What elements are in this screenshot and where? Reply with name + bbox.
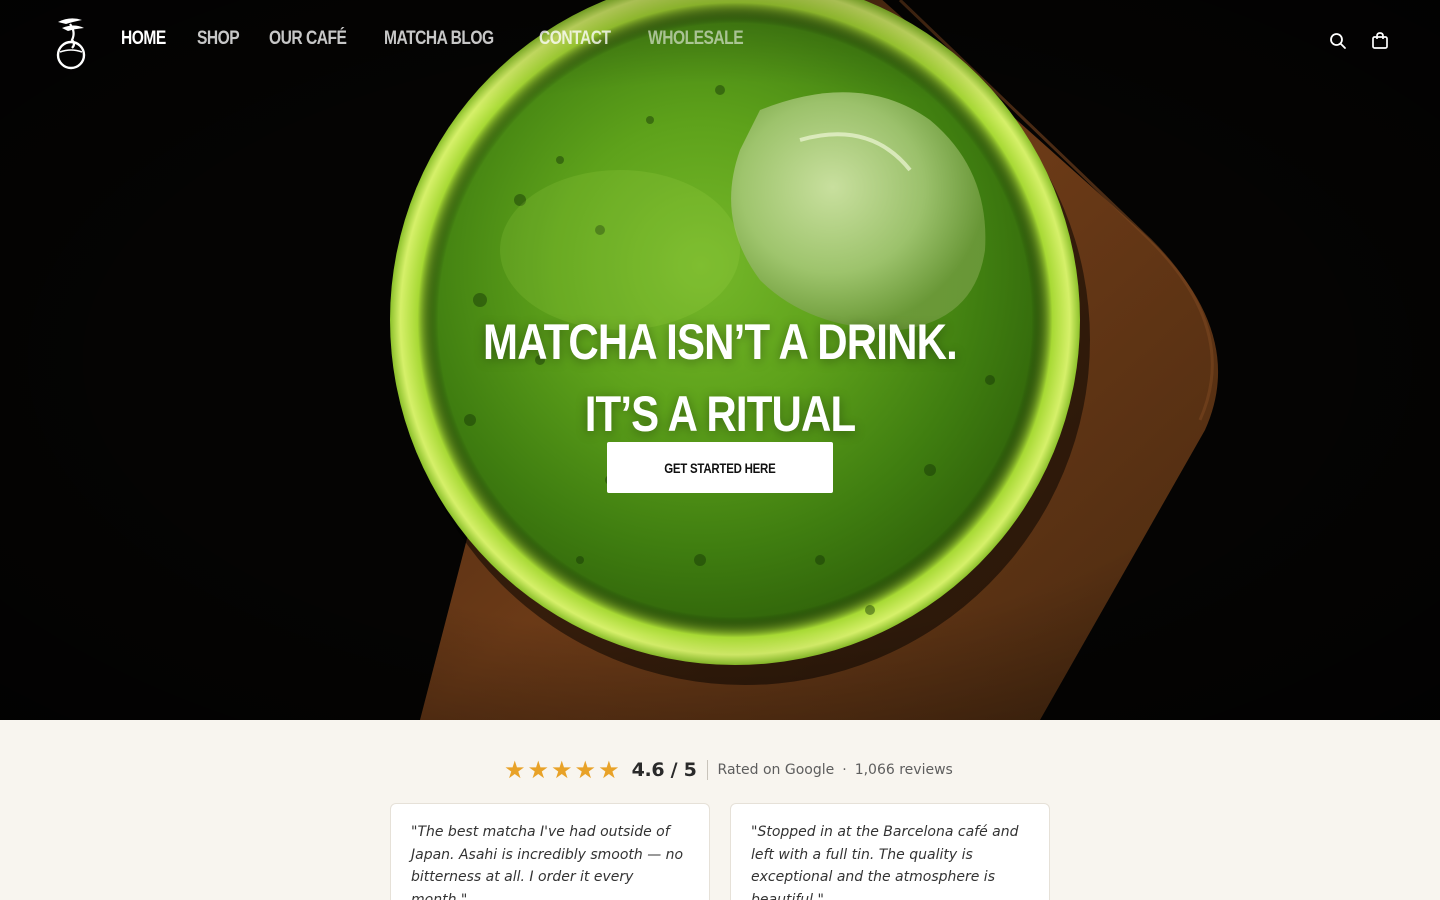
- star-icon: ★: [574, 756, 597, 784]
- get-started-button[interactable]: GET STARTED HERE: [607, 442, 833, 493]
- review-quote: "The best matcha I've had outside of Jap…: [411, 824, 684, 900]
- nav-wholesale[interactable]: WHOLESALE: [648, 28, 744, 50]
- main-menu: HOME SHOP OUR CAFÉ MATCHA BLOG CONTACT W…: [121, 28, 785, 50]
- divider: [706, 760, 708, 780]
- header-actions: [1328, 31, 1390, 51]
- star-icon: ★: [504, 756, 526, 784]
- review-card: "The best matcha I've had outside of Jap…: [390, 803, 710, 900]
- search-icon[interactable]: [1328, 31, 1348, 51]
- cart-icon[interactable]: [1370, 31, 1390, 51]
- hero-section: HOME SHOP OUR CAFÉ MATCHA BLOG CONTACT W…: [0, 0, 1440, 720]
- nav-matcha-blog[interactable]: MATCHA BLOG: [384, 28, 494, 50]
- rating-source: Rated on Google: [717, 762, 835, 778]
- star-icon: ★: [551, 756, 573, 784]
- rating-score: 4.6 / 5: [631, 759, 697, 781]
- get-started-label: GET STARTED HERE: [664, 459, 776, 476]
- star-rating: ★ ★ ★ ★ ★: [504, 758, 620, 782]
- nav-our-cafe[interactable]: OUR CAFÉ: [269, 28, 347, 50]
- review-card: "Stopped in at the Barcelona café and le…: [730, 803, 1050, 900]
- dot-separator: ·: [842, 762, 847, 778]
- bonsai-logo-icon[interactable]: [50, 14, 92, 70]
- nav-home[interactable]: HOME: [121, 28, 166, 50]
- nav-shop[interactable]: SHOP: [197, 28, 240, 50]
- star-icon: ★: [527, 756, 550, 784]
- hero-headline: MATCHA ISN’T A DRINK. IT’S A RITUAL: [0, 306, 1440, 450]
- review-count: 1,066 reviews: [854, 762, 953, 778]
- headline-line-2: IT’S A RITUAL: [584, 386, 856, 442]
- review-quote: "Stopped in at the Barcelona café and le…: [751, 824, 1019, 900]
- headline-line-1: MATCHA ISN’T A DRINK.: [483, 314, 958, 370]
- reviews-section: ★ ★ ★ ★ ★ 4.6 / 5 Rated on Google · 1,06…: [0, 720, 1440, 900]
- star-icon: ★: [598, 756, 620, 784]
- nav-contact[interactable]: CONTACT: [539, 28, 611, 50]
- google-rating: ★ ★ ★ ★ ★ 4.6 / 5 Rated on Google · 1,06…: [504, 756, 953, 784]
- top-navigation: HOME SHOP OUR CAFÉ MATCHA BLOG CONTACT W…: [0, 0, 1440, 84]
